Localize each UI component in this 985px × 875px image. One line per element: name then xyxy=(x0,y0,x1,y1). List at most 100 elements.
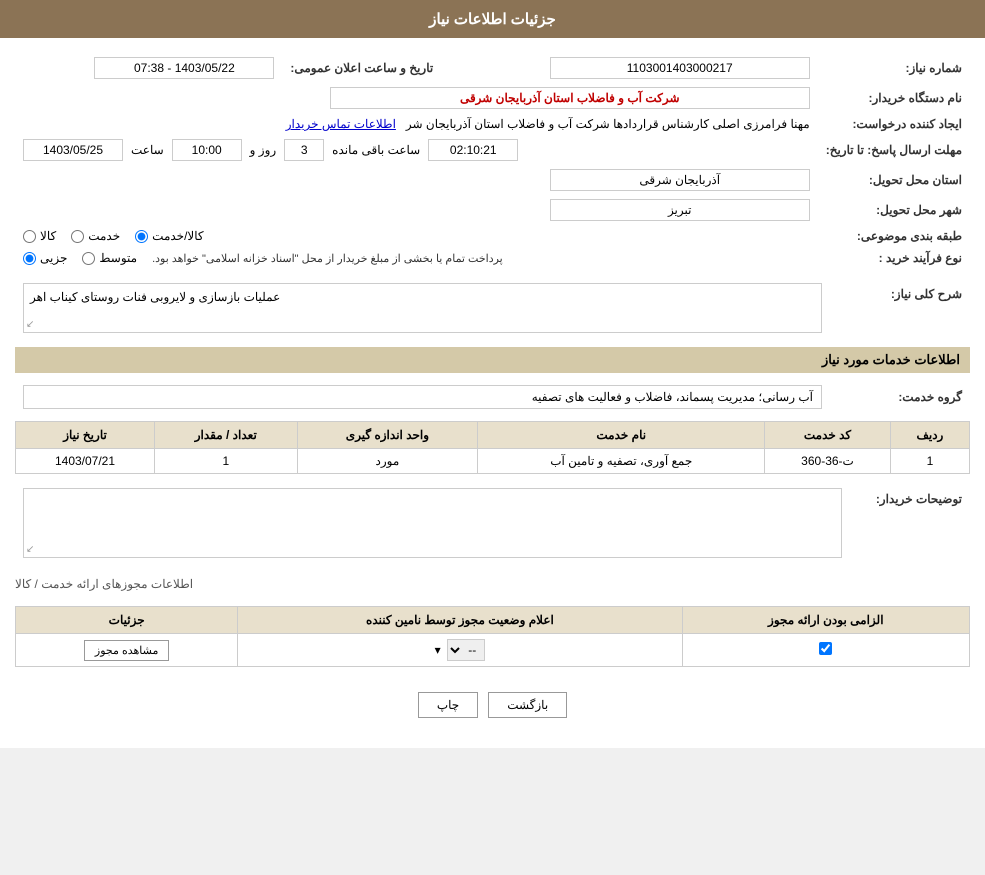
col-service-name: نام خدمت xyxy=(478,422,765,449)
deadline-value: 02:10:21 ساعت باقی مانده 3 روز و 10:00 س… xyxy=(15,135,818,165)
col-permit-details: جزئیات xyxy=(16,607,238,634)
print-button[interactable]: چاپ xyxy=(418,692,478,718)
services-header: اطلاعات خدمات مورد نیاز xyxy=(15,347,970,373)
page-header: جزئیات اطلاعات نیاز xyxy=(0,0,985,38)
requester-row: ایجاد کننده درخواست: مهنا فرامرزی اصلی ک… xyxy=(15,113,970,135)
permit-required-cell xyxy=(682,634,969,667)
purchase-jozvi-label: جزیی xyxy=(40,251,67,265)
service-group-box: آب رسانی؛ مدیریت پسماند، فاضلاب و فعالیت… xyxy=(23,385,822,409)
service-row-num: 1 xyxy=(890,449,969,474)
province-field: آذربایجان شرقی xyxy=(550,169,810,191)
main-content: شماره نیاز: 1103001403000217 تاریخ و ساع… xyxy=(0,38,985,748)
city-value: تبریز xyxy=(15,195,818,225)
province-row: استان محل تحویل: آذربایجان شرقی xyxy=(15,165,970,195)
category-kala-khadamat-radio[interactable] xyxy=(135,230,148,243)
permit-status-select[interactable]: -- xyxy=(447,639,485,661)
footer-buttons: بازگشت چاپ xyxy=(15,677,970,733)
services-table: ردیف کد خدمت نام خدمت واحد اندازه گیری ت… xyxy=(15,421,970,474)
service-date: 1403/07/21 xyxy=(16,449,155,474)
city-field: تبریز xyxy=(550,199,810,221)
resize-handle-desc: ↙ xyxy=(26,319,34,330)
service-group-row: گروه خدمت: آب رسانی؛ مدیریت پسماند، فاضل… xyxy=(15,381,970,413)
main-info-table: شماره نیاز: 1103001403000217 تاریخ و ساع… xyxy=(15,53,970,269)
requester-value: مهنا فرامرزی اصلی کارشناس قراردادها شرکت… xyxy=(15,113,818,135)
announce-date-field: 1403/05/22 - 07:38 xyxy=(94,57,274,79)
description-table: شرح کلی نیاز: عملیات بازسازی و لایروبی ف… xyxy=(15,279,970,337)
category-label: طبقه بندی موضوعی: xyxy=(818,225,970,247)
category-kala-radio[interactable] xyxy=(23,230,36,243)
tender-number-field: 1103001403000217 xyxy=(550,57,810,79)
notes-table: توضیحات خریدار: ↙ xyxy=(15,484,970,562)
notes-value: ↙ xyxy=(15,484,850,562)
deadline-date-field: 1403/05/25 xyxy=(23,139,123,161)
deadline-remaining-field: 02:10:21 xyxy=(428,139,518,161)
purchase-jozvi-radio[interactable] xyxy=(23,252,36,265)
header-title: جزئیات اطلاعات نیاز xyxy=(429,11,556,28)
permit-details-cell: مشاهده مجوز xyxy=(16,634,238,667)
notes-row: توضیحات خریدار: ↙ xyxy=(15,484,970,562)
category-options: کالا/خدمت خدمت کالا xyxy=(15,225,818,247)
permits-table-header: الزامی بودن ارائه مجوز اعلام وضعیت مجوز … xyxy=(16,607,970,634)
deadline-remaining-label: ساعت باقی مانده xyxy=(332,143,420,157)
province-label: استان محل تحویل: xyxy=(818,165,970,195)
service-quantity: 1 xyxy=(155,449,298,474)
category-khadamat-radio[interactable] xyxy=(71,230,84,243)
requester-label: ایجاد کننده درخواست: xyxy=(818,113,970,135)
col-unit: واحد اندازه گیری xyxy=(297,422,478,449)
category-khadamat: خدمت xyxy=(71,229,120,243)
description-text: عملیات بازسازی و لایروبی فنات روستای کین… xyxy=(30,290,280,304)
category-row: طبقه بندی موضوعی: کالا/خدمت خدمت کالا xyxy=(15,225,970,247)
permit-row: -- ▾ مشاهده مجوز xyxy=(16,634,970,667)
col-date: تاریخ نیاز xyxy=(16,422,155,449)
province-value: آذربایجان شرقی xyxy=(15,165,818,195)
buyer-org-label: نام دستگاه خریدار: xyxy=(818,83,970,113)
deadline-days-label: روز و xyxy=(250,143,277,157)
purchase-type-row: نوع فرآیند خرید : پرداخت تمام یا بخشی از… xyxy=(15,247,970,269)
purchase-motavasset-radio[interactable] xyxy=(82,252,95,265)
deadline-row: مهلت ارسال پاسخ: تا تاریخ: 02:10:21 ساعت… xyxy=(15,135,970,165)
page-wrapper: جزئیات اطلاعات نیاز شماره نیاز: 11030014… xyxy=(0,0,985,748)
purchase-motavasset: متوسط xyxy=(82,251,137,265)
description-row: شرح کلی نیاز: عملیات بازسازی و لایروبی ف… xyxy=(15,279,970,337)
purchase-type-note: پرداخت تمام یا بخشی از مبلغ خریدار از مح… xyxy=(152,252,503,265)
service-group-label: گروه خدمت: xyxy=(830,381,970,413)
purchase-motavasset-label: متوسط xyxy=(99,251,137,265)
description-box: عملیات بازسازی و لایروبی فنات روستای کین… xyxy=(23,283,822,333)
service-group-value: آب رسانی؛ مدیریت پسماند، فاضلاب و فعالیت… xyxy=(15,381,830,413)
permit-status-cell: -- ▾ xyxy=(238,634,682,667)
category-kala: کالا xyxy=(23,229,56,243)
service-group-table: گروه خدمت: آب رسانی؛ مدیریت پسماند، فاضل… xyxy=(15,381,970,413)
deadline-label: مهلت ارسال پاسخ: تا تاریخ: xyxy=(818,135,970,165)
buyer-org-value: شرکت آب و فاضلاب استان آذربایجان شرقی xyxy=(15,83,818,113)
tender-number-value: 1103001403000217 xyxy=(441,53,817,83)
back-button[interactable]: بازگشت xyxy=(488,692,567,718)
notes-label: توضیحات خریدار: xyxy=(850,484,970,562)
announce-date-label: تاریخ و ساعت اعلان عمومی: xyxy=(282,53,441,83)
permit-view-button[interactable]: مشاهده مجوز xyxy=(84,640,169,661)
col-row-num: ردیف xyxy=(890,422,969,449)
tender-number-row: شماره نیاز: 1103001403000217 تاریخ و ساع… xyxy=(15,53,970,83)
category-kala-khadamat-label: کالا/خدمت xyxy=(152,229,203,243)
service-row: 1 ت-36-360 جمع آوری، تصفیه و تامین آب مو… xyxy=(16,449,970,474)
resize-handle-notes: ↙ xyxy=(26,544,34,555)
category-khadamat-label: خدمت xyxy=(88,229,120,243)
col-quantity: تعداد / مقدار xyxy=(155,422,298,449)
permit-required-checkbox[interactable] xyxy=(819,642,832,655)
buyer-org-row: نام دستگاه خریدار: شرکت آب و فاضلاب استا… xyxy=(15,83,970,113)
purchase-jozvi: جزیی xyxy=(23,251,67,265)
deadline-time-field: 10:00 xyxy=(172,139,242,161)
description-value: عملیات بازسازی و لایروبی فنات روستای کین… xyxy=(15,279,830,337)
notes-box: ↙ xyxy=(23,488,842,558)
requester-text: مهنا فرامرزی اصلی کارشناس قراردادها شرکت… xyxy=(406,117,810,131)
col-service-code: کد خدمت xyxy=(765,422,891,449)
service-name: جمع آوری، تصفیه و تامین آب xyxy=(478,449,765,474)
service-unit: مورد xyxy=(297,449,478,474)
tender-number-label: شماره نیاز: xyxy=(818,53,970,83)
purchase-type-label: نوع فرآیند خرید : xyxy=(818,247,970,269)
deadline-days-field: 3 xyxy=(284,139,324,161)
requester-link[interactable]: اطلاعات تماس خریدار xyxy=(286,117,396,131)
city-label: شهر محل تحویل: xyxy=(818,195,970,225)
description-label: شرح کلی نیاز: xyxy=(830,279,970,337)
category-kala-label: کالا xyxy=(40,229,56,243)
announce-date-value: 1403/05/22 - 07:38 xyxy=(15,53,282,83)
